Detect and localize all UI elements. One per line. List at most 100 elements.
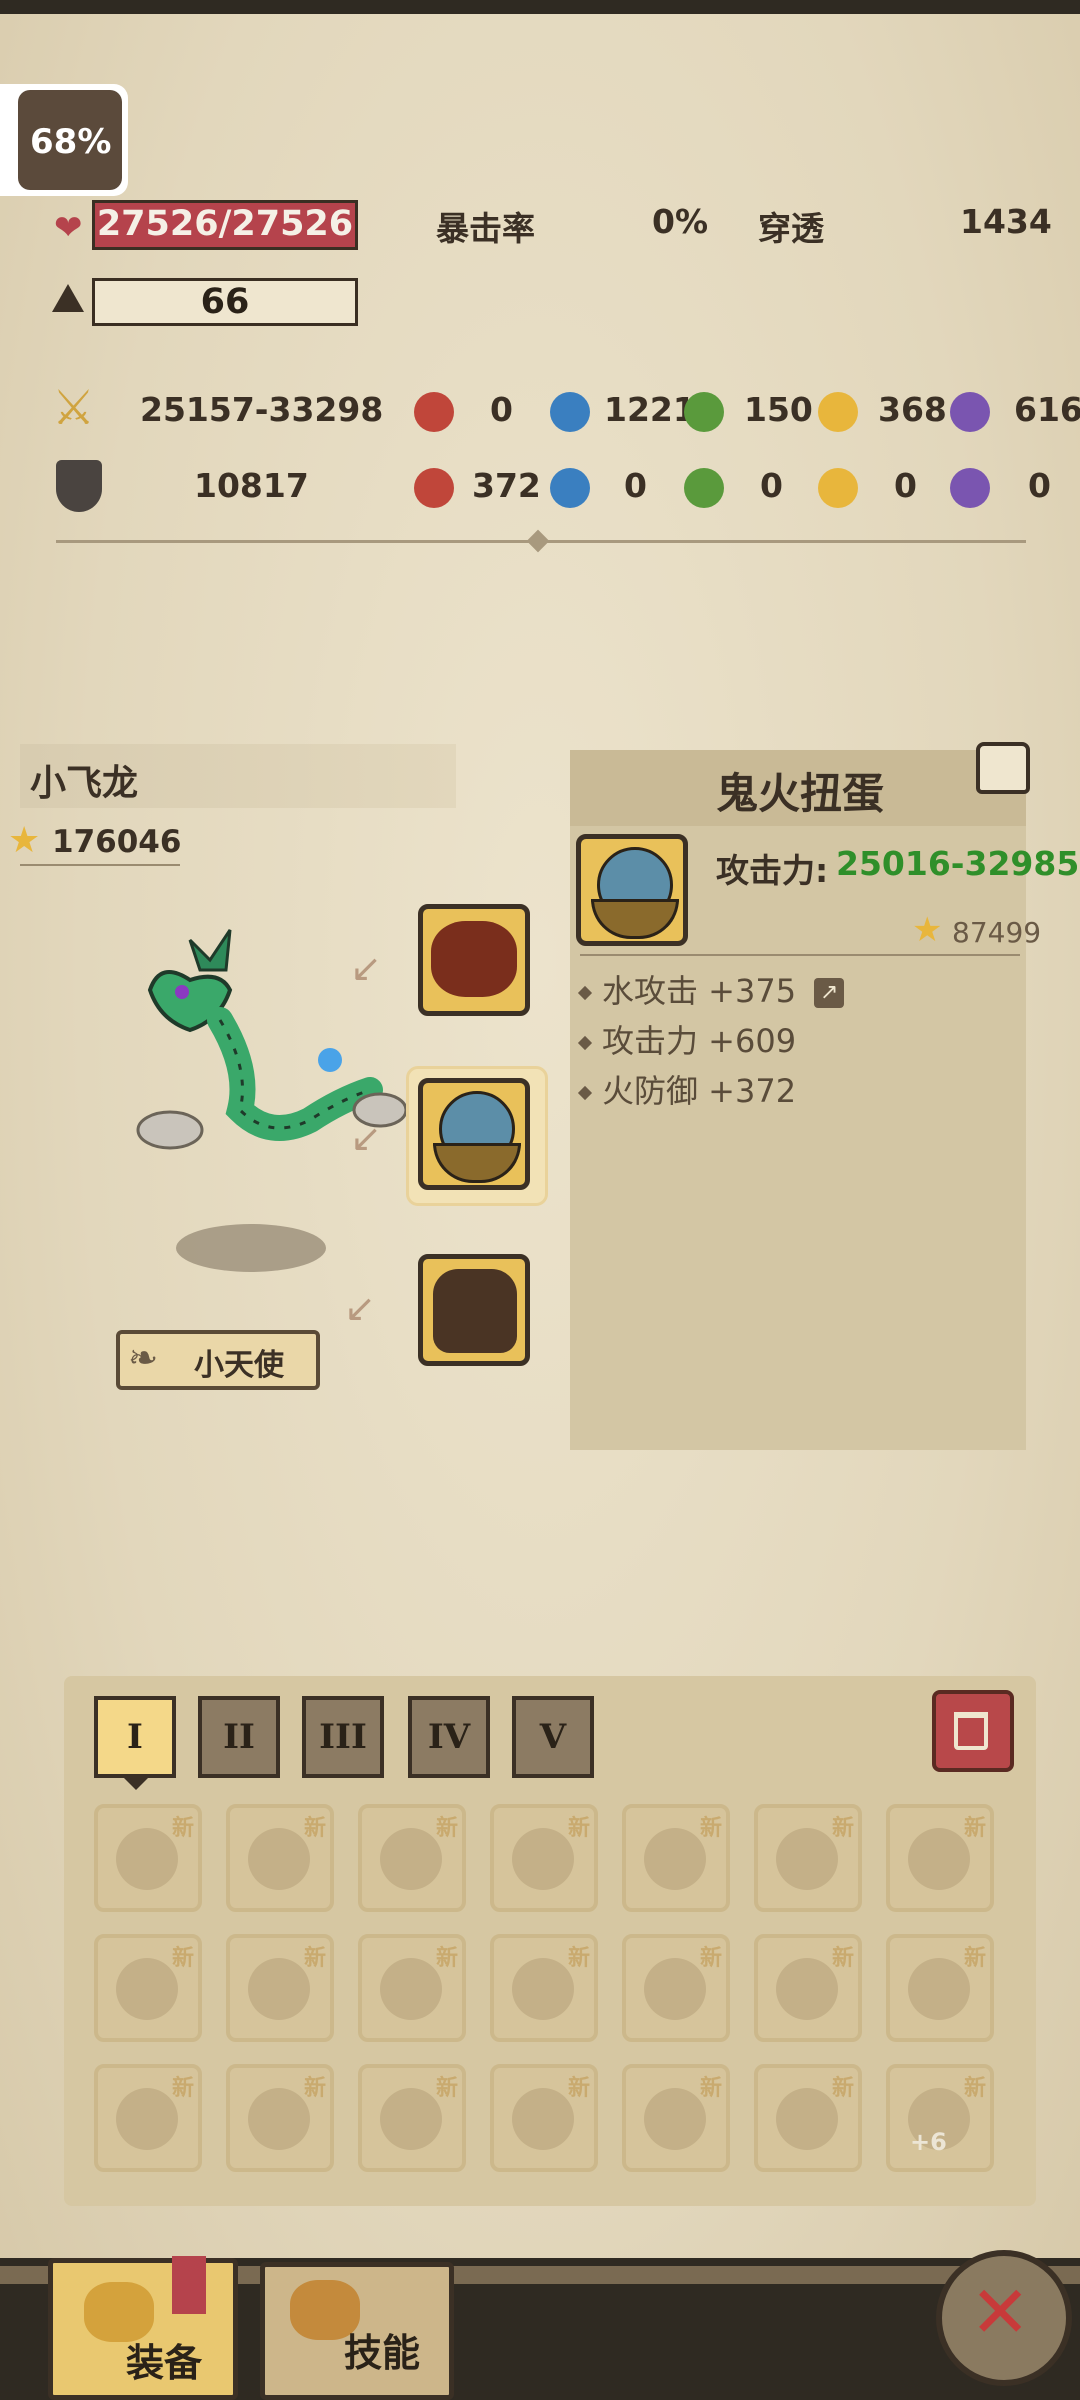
new-badge: 新 (171, 1816, 194, 1841)
close-icon: ✕ (970, 2270, 1031, 2354)
shield-icon (56, 460, 102, 512)
battery-percent: 68% (30, 122, 112, 162)
item-silhouette-icon (512, 2088, 574, 2150)
bag-tab-3[interactable]: III (302, 1696, 384, 1778)
bag-slot[interactable]: 新 (94, 1934, 202, 2042)
trash-icon (954, 1712, 988, 1750)
new-badge: 新 (171, 1946, 194, 1971)
new-badge: 新 (567, 2076, 590, 2101)
dark-defense-icon (950, 468, 990, 508)
star-icon: ★ (8, 820, 41, 861)
crit-value: 0% (652, 202, 709, 241)
fire-attack-icon (414, 392, 454, 432)
equip-nav-label: 装备 (126, 2341, 203, 2385)
equip-slot-armor[interactable] (418, 1254, 530, 1366)
water-attack-icon (550, 392, 590, 432)
item-name: 鬼火扭蛋 (716, 769, 885, 818)
new-badge: 新 (699, 2076, 722, 2101)
expand-icon[interactable]: ↗ (814, 978, 845, 1008)
bag-slot[interactable]: 新 (622, 1804, 730, 1912)
item-silhouette-icon (776, 2088, 838, 2150)
bag-slot[interactable]: 新 (754, 1804, 862, 1912)
bag-slot[interactable]: 新 (490, 1804, 598, 1912)
bag-slot[interactable]: 新 (94, 2064, 202, 2172)
bag-tab-4[interactable]: IV (408, 1696, 490, 1778)
crit-label: 暴击率 (436, 209, 535, 248)
light-attack-icon (818, 392, 858, 432)
level-icon (52, 284, 84, 312)
pen-value: 1434 (960, 202, 1052, 241)
top-border (0, 0, 1080, 14)
item-attr-fire-defense: 火防御 +372 (602, 1072, 797, 1110)
item-silhouette-icon (116, 1958, 178, 2020)
item-attack-value: 25016-32985 (836, 844, 1080, 883)
water-attack-value: 1221 (604, 390, 696, 429)
bag-slot[interactable]: 新 (358, 1934, 466, 2042)
hp-bar: 27526/27526 (92, 200, 358, 250)
bag-slot[interactable]: 新 (622, 2064, 730, 2172)
level-bar: 66 (92, 278, 358, 326)
item-silhouette-icon (512, 1958, 574, 2020)
bag-slot[interactable]: 新 (490, 1934, 598, 2042)
unlock-icon[interactable] (976, 742, 1030, 794)
bag-slot[interactable]: 新 (226, 2064, 334, 2172)
new-badge: 新 (567, 1816, 590, 1841)
item-score: 87499 (952, 916, 1042, 949)
new-badge: 新 (435, 1816, 458, 1841)
pen-label: 穿透 (758, 209, 824, 248)
bag-slot[interactable]: 新 (490, 2064, 598, 2172)
item-attr-attack: 攻击力 +609 (602, 1022, 797, 1060)
bag-tab-5[interactable]: V (512, 1696, 594, 1778)
new-badge: 新 (699, 1816, 722, 1841)
new-badge: 新 (435, 2076, 458, 2101)
equip-slot-hair[interactable] (418, 904, 530, 1016)
equip-slot-egg[interactable] (418, 1078, 530, 1190)
title-badge-label: 小天使 (194, 1348, 284, 1383)
item-silhouette-icon (776, 1958, 838, 2020)
bag-slot[interactable]: 新 (226, 1804, 334, 1912)
bag-tab-2[interactable]: II (198, 1696, 280, 1778)
pet-shadow (176, 1224, 326, 1272)
pet-score-underline (20, 864, 180, 866)
new-badge: 新 (963, 1946, 986, 1971)
pet-name: 小飞龙 (30, 763, 139, 804)
item-attr-row: 火防御 +372 (577, 1066, 797, 1112)
dark-attack-icon (950, 392, 990, 432)
bag-slot[interactable]: 新 (94, 1804, 202, 1912)
item-silhouette-icon (776, 1828, 838, 1890)
bag-tab-1[interactable]: I (94, 1696, 176, 1778)
water-defense-value: 0 (624, 466, 647, 505)
enhance-badge: +6 (910, 2128, 947, 2156)
item-silhouette-icon (116, 2088, 178, 2150)
bag-slot[interactable]: 新 (358, 1804, 466, 1912)
pet-score: 176046 (52, 824, 182, 860)
new-badge: 新 (963, 2076, 986, 2101)
bag-slot[interactable]: 新 (886, 1804, 994, 1912)
new-badge: 新 (699, 1946, 722, 1971)
arrow-icon: ↙ (350, 946, 382, 990)
bag-slot[interactable]: 新 (754, 2064, 862, 2172)
new-badge: 新 (831, 1816, 854, 1841)
item-icon (576, 834, 688, 946)
item-silhouette-icon (644, 1828, 706, 1890)
item-silhouette-icon (380, 1828, 442, 1890)
new-badge: 新 (303, 1946, 326, 1971)
attack-value: 25157-33298 (140, 390, 384, 429)
new-badge: 新 (303, 2076, 326, 2101)
light-defense-icon (818, 468, 858, 508)
bag-slot[interactable]: 新 +6 (886, 2064, 994, 2172)
bag-slot[interactable]: 新 (886, 1934, 994, 2042)
item-silhouette-icon (908, 1828, 970, 1890)
new-badge: 新 (831, 1946, 854, 1971)
item-attack-label: 攻击力: (716, 851, 829, 890)
bag-slot[interactable]: 新 (226, 1934, 334, 2042)
item-silhouette-icon (116, 1828, 178, 1890)
new-badge: 新 (303, 1816, 326, 1841)
active-tab-pointer (124, 1778, 148, 1790)
bag-slot[interactable]: 新 (358, 2064, 466, 2172)
bag-slot[interactable]: 新 (622, 1934, 730, 2042)
bag-slot[interactable]: 新 (754, 1934, 862, 2042)
wind-attack-value: 150 (744, 390, 813, 429)
new-badge: 新 (171, 2076, 194, 2101)
item-silhouette-icon (908, 1958, 970, 2020)
